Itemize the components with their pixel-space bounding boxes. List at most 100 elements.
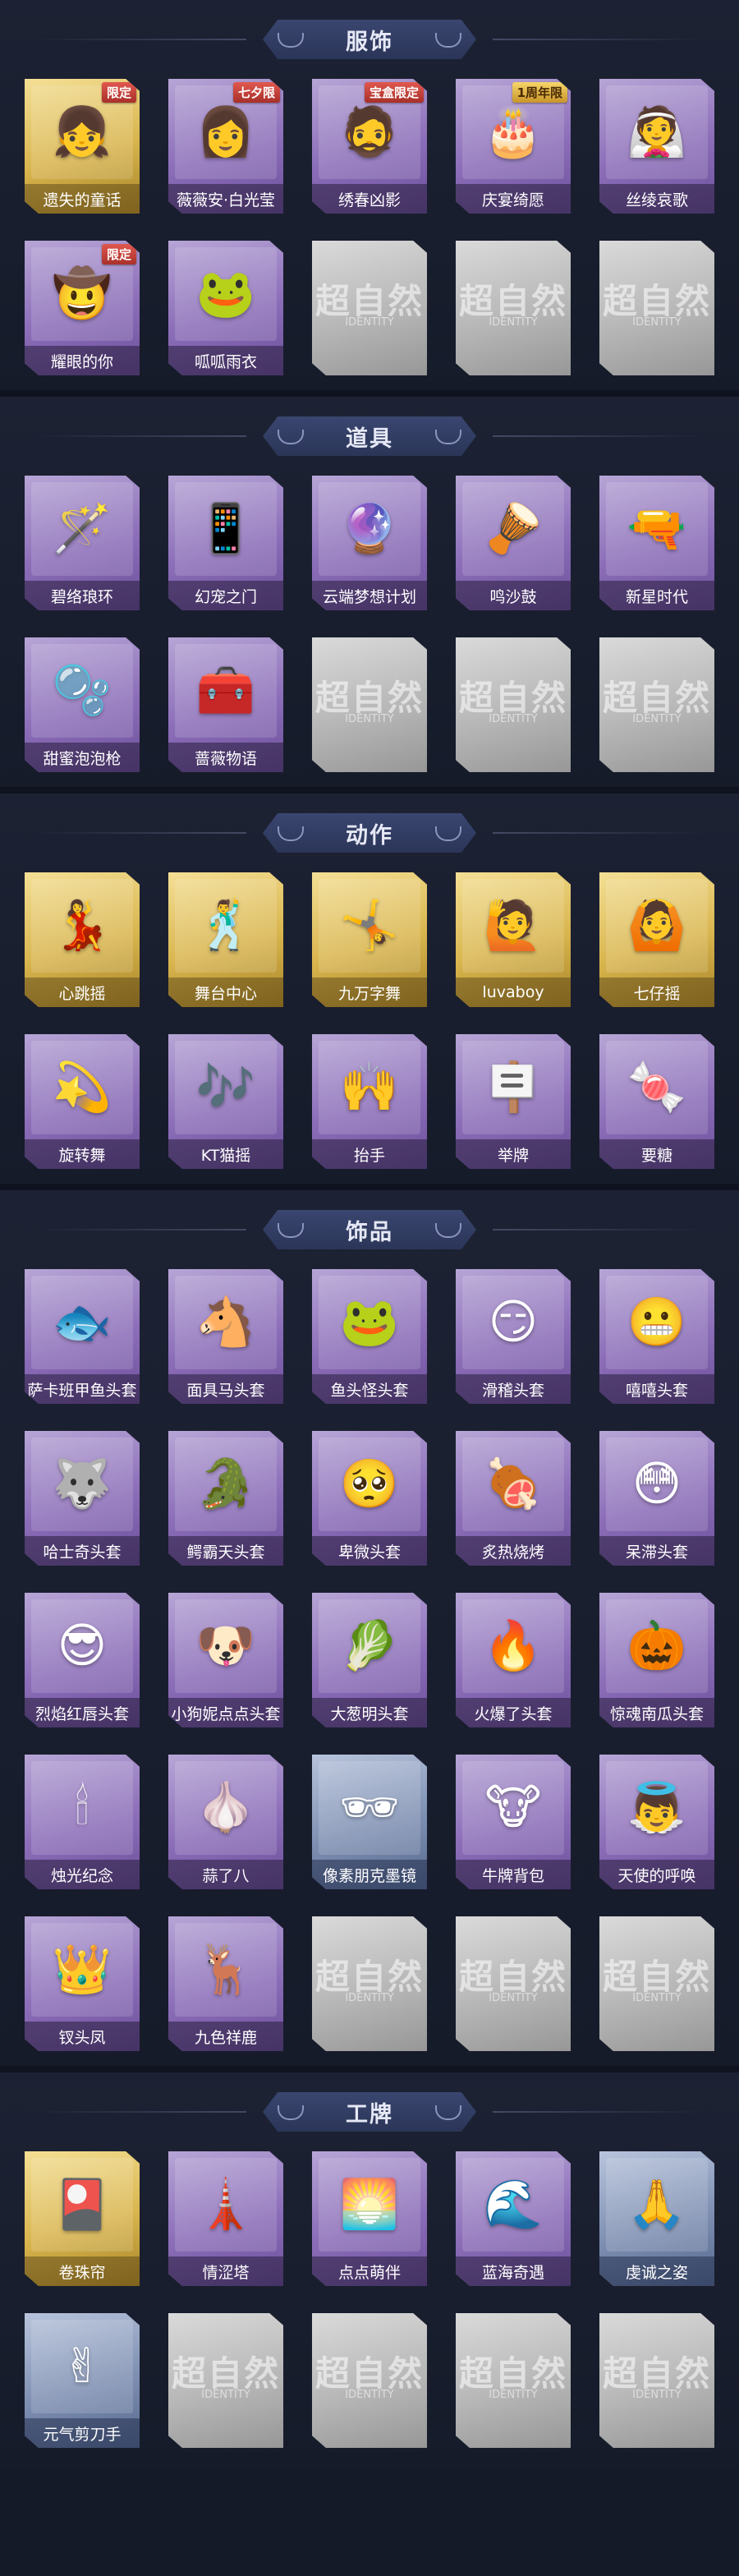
item-card[interactable]: 🤸 九万字舞 (312, 872, 427, 1007)
item-name: 丝绫哀歌 (599, 184, 714, 214)
item-name: 鸣沙鼓 (456, 581, 571, 610)
item-card[interactable]: 😎 烈焰红唇头套 (25, 1593, 140, 1727)
header-divider-left (33, 2111, 246, 2113)
puppy-head-icon: 🐶 (195, 1617, 256, 1673)
item-card[interactable]: 🕯 烛光纪念 (25, 1755, 140, 1889)
item-card[interactable]: 🥺 卑微头套 (312, 1431, 427, 1566)
header-divider-right (493, 1229, 706, 1230)
item-card[interactable]: 🪘 鸣沙鼓 (456, 476, 571, 610)
item-card[interactable]: 🌊 蓝海奇遇 (456, 2151, 571, 2286)
item-card[interactable]: 🐶 小狗妮点点头套 (168, 1593, 283, 1727)
item-card[interactable]: 🪄 碧络琅环 (25, 476, 140, 610)
placeholder-logo-sub: IDENTITY (201, 2389, 250, 2401)
smirk-face-icon: 😏 (488, 1294, 539, 1350)
item-name: 幻宠之门 (168, 581, 283, 610)
item-card[interactable]: 🍬 要糖 (599, 1034, 714, 1169)
item-card[interactable]: 📱 幻宠之门 (168, 476, 283, 610)
placeholder-logo-sub: IDENTITY (489, 1992, 538, 2004)
item-card[interactable]: 💃 心跳摇 (25, 872, 140, 1007)
item-card[interactable]: 👩 薇薇安·白光莹 七夕限 (168, 79, 283, 214)
item-name: 庆宴绮愿 (456, 184, 571, 214)
pixel-sunglasses-icon: 🕶 (339, 1779, 400, 1835)
item-card[interactable]: 🥬 大葱明头套 (312, 1593, 427, 1727)
veiled-girl-portrait-icon: 👰 (627, 104, 687, 159)
item-card[interactable]: 🕺 舞台中心 (168, 872, 283, 1007)
item-card[interactable]: ✌ 元气剪刀手 (25, 2313, 140, 2448)
item-card[interactable]: 🧄 蒜了八 (168, 1755, 283, 1889)
item-name: 像素朋克墨镜 (312, 1860, 427, 1889)
item-card[interactable]: 🤠 耀眼的你 限定 (25, 241, 140, 375)
section-title-banner: 动作 (263, 813, 476, 853)
item-card[interactable]: 🌅 点点萌伴 (312, 2151, 427, 2286)
item-name: 九色祥鹿 (168, 2022, 283, 2051)
item-card[interactable]: 🗼 情涩塔 (168, 2151, 283, 2286)
frog-raincoat-portrait-icon: 🐸 (195, 265, 256, 321)
flame-head-icon: 🔥 (483, 1617, 544, 1673)
item-card[interactable]: 🔥 火爆了头套 (456, 1593, 571, 1727)
item-name: 烈焰红唇头套 (25, 1698, 140, 1727)
item-name: 要糖 (599, 1139, 714, 1169)
item-card[interactable]: 🙏 虔诚之姿 (599, 2151, 714, 2286)
item-card[interactable]: 🐟 萨卡班甲鱼头套 (25, 1269, 140, 1404)
item-card[interactable]: 🎶 KT猫摇 (168, 1034, 283, 1169)
section-title: 动作 (346, 822, 393, 849)
item-name: 火爆了头套 (456, 1698, 571, 1727)
item-card[interactable]: 😳 呆滞头套 (599, 1431, 714, 1566)
placeholder-logo-sub: IDENTITY (489, 2389, 538, 2401)
section-separator (0, 1184, 739, 1190)
item-card[interactable]: 🎂 庆宴绮愿 1周年限 (456, 79, 571, 214)
item-card[interactable]: 🎃 惊魂南瓜头套 (599, 1593, 714, 1727)
phoenix-headdress-icon: 👑 (52, 1941, 112, 1997)
item-card[interactable]: 🧰 蔷薇物语 (168, 637, 283, 772)
item-name: 小狗妮点点头套 (168, 1698, 283, 1727)
placeholder-logo-sub: IDENTITY (345, 713, 394, 725)
item-name: 哈士奇头套 (25, 1536, 140, 1566)
empty-slot-card: 超自然 IDENTITY (168, 2313, 283, 2448)
jade-staff-icon: 🪄 (52, 500, 112, 556)
item-card[interactable]: 🔫 新星时代 (599, 476, 714, 610)
item-card[interactable]: 🐸 呱呱雨衣 (168, 241, 283, 375)
pumpkin-head-icon: 🎃 (627, 1617, 687, 1673)
item-grid: 💃 心跳摇 🕺 舞台中心 🤸 九万字舞 🙋 luvaboy 🙆 七仔摇 💫 旋转舞 🎶 KT猫摇 🙌 抬手 🪧 举… (25, 872, 714, 1169)
item-card[interactable]: 👧 遗失的童话 限定 (25, 79, 140, 214)
item-card[interactable]: 🐊 鳄霸天头套 (168, 1431, 283, 1566)
item-card[interactable]: 🦌 九色祥鹿 (168, 1916, 283, 2051)
item-card[interactable]: 🐴 面具马头套 (168, 1269, 283, 1404)
item-card[interactable]: 🐺 哈士奇头套 (25, 1431, 140, 1566)
item-card[interactable]: 🙌 抬手 (312, 1034, 427, 1169)
fish-head-icon: 🐟 (52, 1294, 112, 1350)
item-name: 碧络琅环 (25, 581, 140, 610)
item-card[interactable]: 😬 嘻嘻头套 (599, 1269, 714, 1404)
empty-slot-card: 超自然 IDENTITY (456, 241, 571, 375)
item-card[interactable]: 🔮 云端梦想计划 (312, 476, 427, 610)
item-card[interactable]: 👑 钗头凤 (25, 1916, 140, 2051)
item-card[interactable]: 🫧 甜蜜泡泡枪 (25, 637, 140, 772)
item-card[interactable]: 👰 丝绫哀歌 (599, 79, 714, 214)
item-name: 蔷薇物语 (168, 743, 283, 772)
item-card[interactable]: 💫 旋转舞 (25, 1034, 140, 1169)
tower-card-icon: 🗼 (195, 2176, 256, 2232)
bbq-head-icon: 🍖 (483, 1456, 544, 1511)
limited-badge: 宝盒限定 (364, 82, 424, 103)
item-card[interactable]: 🧔 绣春凶影 宝盒限定 (312, 79, 427, 214)
item-grid: 👧 遗失的童话 限定 👩 薇薇安·白光莹 七夕限 🧔 绣春凶影 宝盒限定 🎂 庆宴绮愿 1周年限 👰 丝绫… (25, 79, 714, 375)
empty-slot-card: 超自然 IDENTITY (312, 2313, 427, 2448)
item-card[interactable]: 🪧 举牌 (456, 1034, 571, 1169)
item-card[interactable]: 🐮 牛牌背包 (456, 1755, 571, 1889)
item-card[interactable]: 🐸 鱼头怪头套 (312, 1269, 427, 1404)
item-card[interactable]: 🕶 像素朋克墨镜 (312, 1755, 427, 1889)
drum-icon: 🪘 (483, 500, 544, 556)
item-card[interactable]: 😏 滑稽头套 (456, 1269, 571, 1404)
angel-icon: 👼 (627, 1779, 687, 1835)
item-card[interactable]: 🍖 炙热烧烤 (456, 1431, 571, 1566)
item-card[interactable]: 👼 天使的呼唤 (599, 1755, 714, 1889)
item-card[interactable]: 🙆 七仔摇 (599, 872, 714, 1007)
limited-badge: 限定 (101, 244, 136, 264)
raise-hand-pose-icon: 🙌 (339, 1059, 400, 1115)
section-title: 道具 (346, 426, 393, 452)
item-name: 钗头凤 (25, 2022, 140, 2051)
item-card[interactable]: 🙋 luvaboy (456, 872, 571, 1007)
item-name: 遗失的童话 (25, 184, 140, 214)
item-card[interactable]: 🎴 卷珠帘 (25, 2151, 140, 2286)
item-name: 耀眼的你 (25, 346, 140, 375)
